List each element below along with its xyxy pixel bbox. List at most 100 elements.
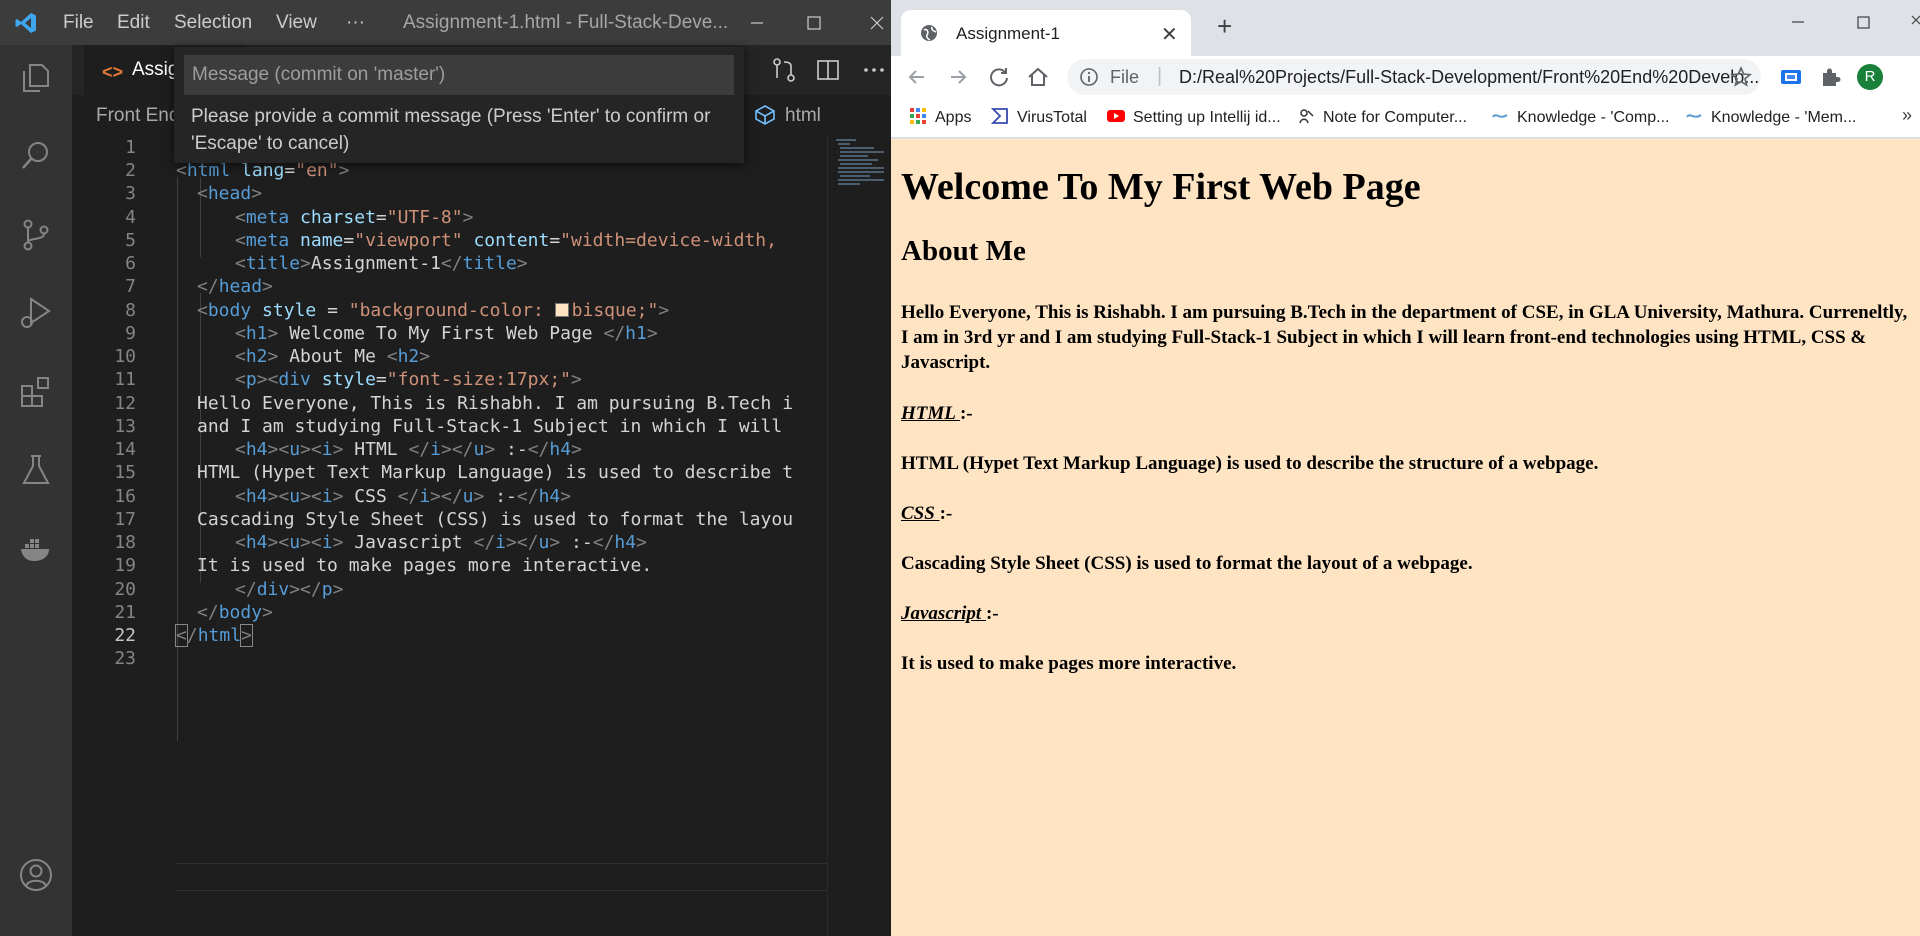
vscode-titlebar: File Edit Selection View ··· Assignment-… [0, 0, 891, 45]
minimap-line [836, 139, 856, 141]
activity-bar [0, 45, 72, 936]
browser-tab[interactable]: Assignment-1 ✕ [901, 10, 1191, 56]
minimap-line [840, 147, 874, 149]
line-number: 17 [114, 509, 136, 530]
menu-more[interactable]: ··· [346, 12, 365, 34]
new-tab-icon[interactable]: + [1217, 13, 1232, 39]
minimap-line [840, 175, 870, 177]
address-bar[interactable]: File | D:/Real%20Projects/Full-Stack-Dev… [1067, 59, 1761, 95]
line-number: 7 [125, 276, 136, 297]
indent-guide [200, 293, 201, 583]
forward-arrow-icon[interactable] [945, 64, 971, 90]
window-title: Assignment-1.html - Full-Stack-Deve... [403, 12, 729, 33]
indent-guide [177, 177, 178, 741]
run-debug-icon[interactable] [18, 295, 54, 331]
commit-message-input[interactable] [184, 55, 734, 95]
tab-close-icon[interactable]: ✕ [1161, 22, 1178, 47]
tab-title: Assignment-1 [956, 24, 1060, 43]
css-description: Cascading Style Sheet (CSS) is used to f… [901, 553, 1473, 574]
extensions-icon[interactable] [18, 374, 54, 410]
reload-icon[interactable] [986, 64, 1012, 90]
minimap-line [838, 183, 860, 185]
close-icon[interactable] [1906, 10, 1920, 34]
docker-icon[interactable] [18, 531, 54, 567]
line-number: 14 [114, 439, 136, 460]
menu-file[interactable]: File [63, 12, 94, 34]
minimize-icon[interactable] [742, 8, 772, 38]
breadcrumb-folder[interactable]: Front End [96, 105, 179, 127]
account-icon[interactable] [18, 857, 54, 893]
bookmarks-bar: Apps VirusTotal Setting up Intellij id..… [891, 98, 1920, 138]
code-line: </body> [197, 602, 273, 623]
line-number: 18 [114, 532, 136, 553]
bookmark-star-icon[interactable] [1729, 65, 1753, 89]
url-separator: | [1157, 65, 1163, 87]
code-line: It is used to make pages more interactiv… [197, 555, 653, 576]
minimap-line [838, 179, 884, 181]
minimap-line [840, 151, 884, 153]
close-icon[interactable] [862, 8, 892, 38]
code-editor[interactable]: 1 2 3 4 5 6 7 8 9 10 11 12 13 14 15 16 1… [72, 135, 827, 936]
page-heading: Welcome To My First Web Page [901, 166, 1421, 208]
home-icon[interactable] [1025, 64, 1051, 90]
bookmark-knowledge-comp[interactable]: Knowledge - 'Comp... [1491, 107, 1669, 129]
url-scheme-label: File [1110, 67, 1140, 87]
current-line-highlight [176, 863, 827, 891]
info-icon[interactable] [1079, 67, 1099, 87]
youtube-icon [1107, 110, 1125, 122]
breadcrumb-element[interactable]: html [785, 105, 821, 127]
code-line: <h4><u><i> CSS </i></u> :-</h4> [235, 486, 572, 507]
maximize-icon[interactable] [1851, 10, 1875, 34]
url-text[interactable]: D:/Real%20Projects/Full-Stack-Developmen… [1179, 67, 1759, 88]
color-swatch[interactable] [554, 303, 569, 317]
html-description: HTML (Hypet Text Markup Language) is use… [901, 453, 1599, 474]
commit-help-text: Please provide a commit message (Press '… [191, 106, 711, 154]
split-editor-icon[interactable] [815, 57, 841, 83]
minimize-icon[interactable] [1786, 10, 1810, 34]
minimap-line [838, 167, 884, 169]
explorer-icon[interactable] [18, 60, 54, 96]
code-line: and I am studying Full-Stack-1 Subject i… [197, 416, 783, 437]
line-number: 20 [114, 579, 136, 600]
source-control-icon[interactable] [18, 217, 54, 253]
code-line: </head> [197, 276, 273, 297]
code-line: <h1> Welcome To My First Web Page </h1> [235, 323, 658, 344]
line-number: 2 [125, 160, 136, 181]
extensions-puzzle-icon[interactable] [1817, 64, 1843, 90]
minimap[interactable] [827, 135, 891, 936]
bookmark-apps[interactable]: Apps [909, 107, 971, 129]
line-number: 10 [114, 346, 136, 367]
more-actions-icon[interactable] [861, 57, 887, 83]
bookmark-intellij[interactable]: Setting up Intellij id... [1107, 107, 1281, 129]
line-number: 15 [114, 462, 136, 483]
menu-selection[interactable]: Selection [174, 12, 252, 34]
code-line: </div></p> [235, 579, 344, 600]
extension-icon[interactable] [1778, 64, 1804, 90]
maximize-icon[interactable] [799, 8, 829, 38]
minimap-line [840, 155, 868, 157]
bookmark-note[interactable]: Note for Computer... [1297, 107, 1467, 129]
menu-view[interactable]: View [276, 12, 317, 34]
line-number: 21 [114, 602, 136, 623]
line-number: 16 [114, 486, 136, 507]
code-line: <meta name="viewport" content="width=dev… [235, 230, 777, 251]
testing-icon[interactable] [18, 452, 54, 488]
code-line: Cascading Style Sheet (CSS) is used to f… [197, 509, 794, 530]
profile-avatar[interactable]: R [1857, 64, 1883, 90]
menu-edit[interactable]: Edit [117, 12, 150, 34]
bookmarks-overflow-icon[interactable]: » [1902, 105, 1912, 126]
code-line: <title>Assignment-1</title> [235, 253, 528, 274]
bookmark-virustotal[interactable]: VirusTotal [991, 107, 1087, 129]
back-arrow-icon[interactable] [904, 64, 930, 90]
apps-grid-icon [910, 108, 926, 124]
code-line: <head> [197, 183, 263, 204]
line-number: 11 [114, 369, 136, 390]
search-icon[interactable] [18, 138, 54, 174]
line-number: 12 [114, 393, 136, 414]
globe-icon [921, 25, 937, 41]
bookmark-knowledge-mem[interactable]: Knowledge - 'Mem... [1685, 107, 1856, 129]
html-heading: HTML :- [901, 403, 973, 424]
open-changes-icon[interactable] [771, 57, 797, 83]
browser-toolbar: File | D:/Real%20Projects/Full-Stack-Dev… [891, 56, 1920, 98]
knowledge-icon [1686, 114, 1702, 118]
